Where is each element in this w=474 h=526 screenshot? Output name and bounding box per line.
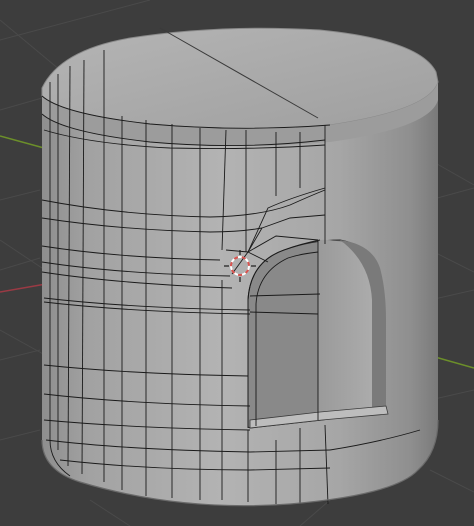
3d-viewport[interactable] xyxy=(0,0,474,526)
viewport-canvas[interactable] xyxy=(0,0,474,526)
cylinder-mesh[interactable] xyxy=(41,27,439,507)
y-axis-line xyxy=(0,135,45,149)
cylinder-top[interactable] xyxy=(41,27,439,129)
x-axis-line xyxy=(0,283,47,293)
